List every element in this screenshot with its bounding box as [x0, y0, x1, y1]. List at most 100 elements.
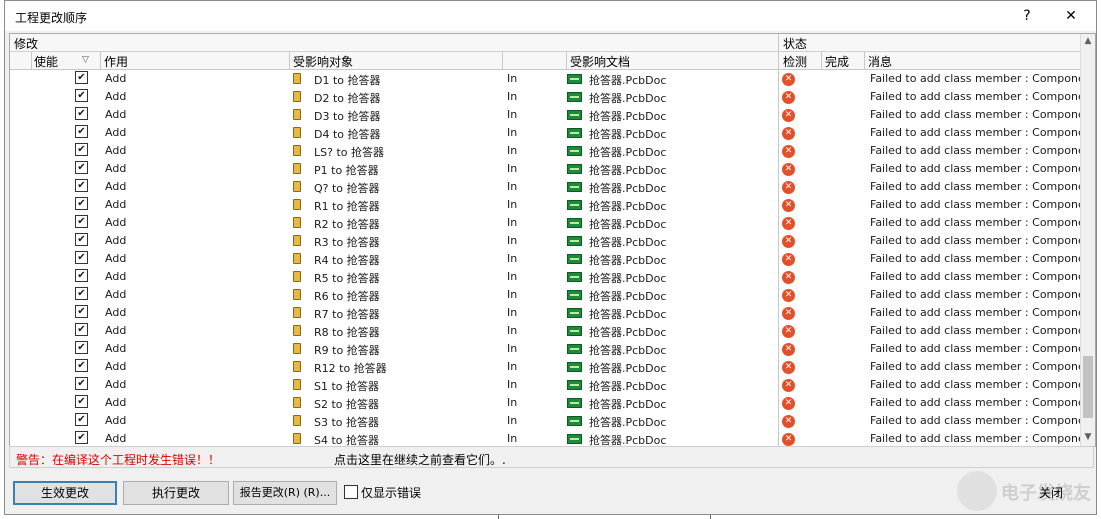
change-row[interactable]: ✔ Add LS? to 抢答器 In 抢答器.PcbDoc ✕ Failed to add…	[10, 142, 1095, 160]
change-row[interactable]: ✔ Add S2 to 抢答器 In 抢答器.PcbDoc ✕ Failed to add …	[10, 394, 1095, 412]
error-icon: ✕	[782, 397, 795, 410]
action-cell: Add	[105, 414, 127, 427]
direction-cell: In	[507, 288, 518, 301]
enable-checkbox[interactable]: ✔	[75, 341, 88, 354]
affected-document-cell: 抢答器.PcbDoc	[589, 290, 667, 303]
affected-object-cell: R3 to 抢答器	[314, 236, 380, 249]
message-cell: Failed to add class member : Component	[870, 432, 1096, 445]
scroll-up-icon[interactable]: ▲	[1083, 36, 1093, 46]
enable-checkbox[interactable]: ✔	[75, 413, 88, 426]
close-button[interactable]: 关闭	[1013, 481, 1089, 505]
change-row[interactable]: ✔ Add R12 to 抢答器 In 抢答器.PcbDoc ✕ Failed to add…	[10, 358, 1095, 376]
affected-object-cell: R8 to 抢答器	[314, 326, 380, 339]
enable-checkbox[interactable]: ✔	[75, 377, 88, 390]
pcb-document-icon	[567, 218, 582, 228]
action-cell: Add	[105, 288, 127, 301]
change-row[interactable]: ✔ Add D2 to 抢答器 In 抢答器.PcbDoc ✕ Failed to add …	[10, 88, 1095, 106]
message-cell: Failed to add class member : Component	[870, 288, 1096, 301]
column-done[interactable]: 完成	[825, 53, 849, 70]
help-button[interactable]: ?	[1007, 3, 1047, 29]
enable-checkbox[interactable]: ✔	[75, 395, 88, 408]
column-action[interactable]: 作用	[104, 53, 128, 70]
enable-checkbox[interactable]: ✔	[75, 143, 88, 156]
pcb-document-icon	[567, 200, 582, 210]
enable-checkbox[interactable]: ✔	[75, 251, 88, 264]
action-cell: Add	[105, 198, 127, 211]
status-bar[interactable]: 警告：在编译这个工程时发生错误！！ 点击这里在继续之前查看它们。.	[9, 446, 1094, 468]
vertical-scrollbar[interactable]: ▲ ▼	[1080, 34, 1095, 446]
enable-checkbox[interactable]: ✔	[75, 107, 88, 120]
affected-document-cell: 抢答器.PcbDoc	[589, 164, 667, 177]
affected-object-cell: Q? to 抢答器	[314, 182, 380, 195]
error-icon: ✕	[782, 433, 795, 446]
column-message[interactable]: 消息	[868, 53, 892, 70]
change-row[interactable]: ✔ Add R1 to 抢答器 In 抢答器.PcbDoc ✕ Failed to add …	[10, 196, 1095, 214]
enable-checkbox[interactable]: ✔	[75, 287, 88, 300]
action-cell: Add	[105, 396, 127, 409]
enable-checkbox[interactable]: ✔	[75, 323, 88, 336]
error-icon: ✕	[782, 91, 795, 104]
show-errors-only-label[interactable]: 仅显示错误	[361, 484, 421, 501]
view-errors-link[interactable]: 点击这里在继续之前查看它们。.	[334, 451, 506, 468]
action-cell: Add	[105, 234, 127, 247]
pcb-document-icon	[567, 182, 582, 192]
component-icon	[293, 271, 301, 282]
change-row[interactable]: ✔ Add R6 to 抢答器 In 抢答器.PcbDoc ✕ Failed to add …	[10, 286, 1095, 304]
action-cell: Add	[105, 324, 127, 337]
message-cell: Failed to add class member : Component	[870, 270, 1096, 283]
enable-checkbox[interactable]: ✔	[75, 215, 88, 228]
column-affected-document[interactable]: 受影响文档	[570, 53, 630, 70]
change-row[interactable]: ✔ Add S1 to 抢答器 In 抢答器.PcbDoc ✕ Failed to add …	[10, 376, 1095, 394]
change-row[interactable]: ✔ Add D4 to 抢答器 In 抢答器.PcbDoc ✕ Failed to add …	[10, 124, 1095, 142]
enable-checkbox[interactable]: ✔	[75, 269, 88, 282]
enable-checkbox[interactable]: ✔	[75, 179, 88, 192]
change-row[interactable]: ✔ Add R8 to 抢答器 In 抢答器.PcbDoc ✕ Failed to add …	[10, 322, 1095, 340]
affected-document-cell: 抢答器.PcbDoc	[589, 344, 667, 357]
enable-checkbox[interactable]: ✔	[75, 197, 88, 210]
direction-cell: In	[507, 360, 518, 373]
sort-indicator-icon[interactable]: ▽	[82, 55, 89, 65]
change-row[interactable]: ✔ Add S3 to 抢答器 In 抢答器.PcbDoc ✕ Failed to add …	[10, 412, 1095, 430]
change-row[interactable]: ✔ Add R4 to 抢答器 In 抢答器.PcbDoc ✕ Failed to add …	[10, 250, 1095, 268]
action-cell: Add	[105, 270, 127, 283]
message-cell: Failed to add class member : Component	[870, 414, 1096, 427]
affected-document-cell: 抢答器.PcbDoc	[589, 236, 667, 249]
direction-cell: In	[507, 72, 518, 85]
message-cell: Failed to add class member : Component	[870, 234, 1096, 247]
show-errors-only-checkbox[interactable]	[344, 485, 358, 499]
enable-checkbox[interactable]: ✔	[75, 89, 88, 102]
change-row[interactable]: ✔ Add D3 to 抢答器 In 抢答器.PcbDoc ✕ Failed to add …	[10, 106, 1095, 124]
enable-checkbox[interactable]: ✔	[75, 431, 88, 444]
affected-object-cell: P1 to 抢答器	[314, 164, 379, 177]
column-check[interactable]: 检测	[783, 53, 807, 70]
validate-changes-button[interactable]: 生效更改	[13, 481, 117, 505]
change-row[interactable]: ✔ Add R9 to 抢答器 In 抢答器.PcbDoc ✕ Failed to add …	[10, 340, 1095, 358]
change-row[interactable]: ✔ Add D1 to 抢答器 In 抢答器.PcbDoc ✕ Failed to add …	[10, 70, 1095, 88]
enable-checkbox[interactable]: ✔	[75, 71, 88, 84]
direction-cell: In	[507, 432, 518, 445]
change-row[interactable]: ✔ Add R7 to 抢答器 In 抢答器.PcbDoc ✕ Failed to add …	[10, 304, 1095, 322]
enable-checkbox[interactable]: ✔	[75, 305, 88, 318]
close-window-button[interactable]: ✕	[1051, 3, 1091, 29]
change-row[interactable]: ✔ Add Q? to 抢答器 In 抢答器.PcbDoc ✕ Failed to add …	[10, 178, 1095, 196]
affected-document-cell: 抢答器.PcbDoc	[589, 326, 667, 339]
execute-changes-button[interactable]: 执行更改	[123, 481, 229, 505]
enable-checkbox[interactable]: ✔	[75, 233, 88, 246]
column-divider	[778, 34, 779, 51]
change-row[interactable]: ✔ Add R5 to 抢答器 In 抢答器.PcbDoc ✕ Failed to add …	[10, 268, 1095, 286]
change-row[interactable]: ✔ Add R2 to 抢答器 In 抢答器.PcbDoc ✕ Failed to add …	[10, 214, 1095, 232]
enable-checkbox[interactable]: ✔	[75, 359, 88, 372]
message-cell: Failed to add class member : Component	[870, 216, 1096, 229]
enable-checkbox[interactable]: ✔	[75, 125, 88, 138]
change-row[interactable]: ✔ Add P1 to 抢答器 In 抢答器.PcbDoc ✕ Failed to add …	[10, 160, 1095, 178]
scroll-thumb[interactable]	[1083, 356, 1093, 418]
column-affected-object[interactable]: 受影响对象	[293, 53, 353, 70]
error-icon: ✕	[782, 199, 795, 212]
column-enable[interactable]: 使能	[34, 53, 58, 70]
change-row[interactable]: ✔ Add R3 to 抢答器 In 抢答器.PcbDoc ✕ Failed to add …	[10, 232, 1095, 250]
report-changes-button[interactable]: 报告更改(R) (R)...	[233, 481, 337, 505]
change-row[interactable]: ✔ Add S4 to 抢答器 In 抢答器.PcbDoc ✕ Failed to add …	[10, 430, 1095, 446]
enable-checkbox[interactable]: ✔	[75, 161, 88, 174]
scroll-down-icon[interactable]: ▼	[1083, 432, 1093, 442]
component-icon	[293, 91, 301, 102]
